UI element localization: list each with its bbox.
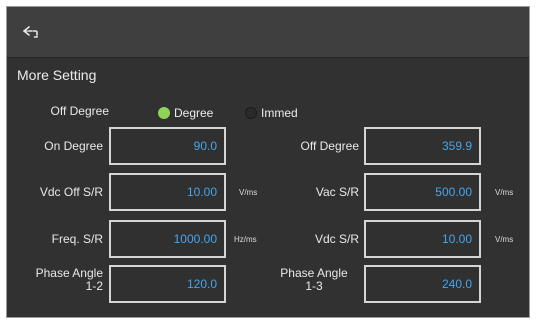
vdc-sr-unit: V/ms (495, 235, 514, 244)
radio-degree[interactable]: Degree (158, 104, 213, 122)
radio-degree-label: Degree (174, 106, 214, 120)
radio-selected-icon (158, 107, 170, 119)
radio-immed[interactable]: Immed (245, 104, 298, 122)
on-degree-input[interactable]: 90.0 (109, 127, 226, 165)
vac-sr-input[interactable]: 500.00 (364, 173, 481, 211)
phase-angle-13-label-line2: 1-3 (305, 279, 323, 293)
settings-panel: More Setting Off Degree Degree Immed On … (6, 6, 530, 318)
phase-angle-12-label-line2: 1-2 (85, 279, 103, 293)
off-degree-label: Off Degree (300, 139, 359, 153)
radio-unselected-icon (245, 107, 257, 119)
vac-sr-label: Vac S/R (315, 185, 359, 199)
freq-sr-label: Freq. S/R (51, 232, 103, 246)
freq-sr-input[interactable]: 1000.00 (109, 220, 226, 258)
off-degree-input[interactable]: 359.9 (364, 127, 481, 165)
vdc-off-sr-input[interactable]: 10.00 (109, 173, 226, 211)
freq-sr-unit: Hz/ms (234, 235, 257, 244)
vac-sr-unit: V/ms (495, 188, 514, 197)
radio-immed-label: Immed (261, 106, 298, 120)
off-mode-label: Off Degree (50, 104, 109, 118)
vdc-off-sr-label: Vdc Off S/R (39, 185, 103, 199)
phase-angle-12-input[interactable]: 120.0 (109, 265, 226, 303)
phase-angle-13-input[interactable]: 240.0 (364, 265, 481, 303)
section-title: More Setting (17, 67, 97, 83)
vdc-sr-label: Vdc S/R (314, 232, 359, 246)
back-button[interactable] (21, 22, 43, 42)
top-bar (7, 7, 529, 58)
vdc-sr-input[interactable]: 10.00 (364, 220, 481, 258)
vdc-off-sr-unit: V/ms (239, 188, 258, 197)
phase-angle-13-label: Phase Angle 1-3 (269, 267, 359, 293)
on-degree-label: On Degree (44, 139, 103, 153)
phase-angle-12-label: Phase Angle 1-2 (17, 267, 103, 293)
return-arrow-icon (23, 26, 38, 38)
